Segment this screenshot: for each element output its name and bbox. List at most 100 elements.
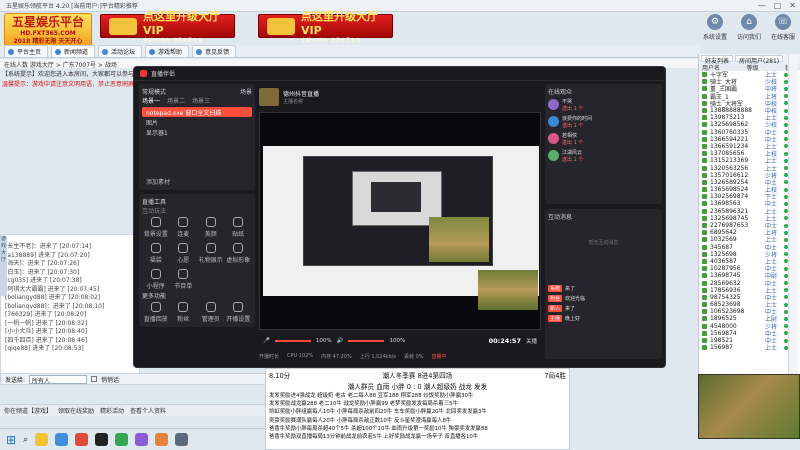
nav-home[interactable]: 平台主页	[4, 44, 49, 58]
user-row[interactable]: 1896525 上尉	[699, 315, 800, 323]
scene-mode[interactable]: 常规模式	[142, 87, 166, 96]
visit-tool[interactable]: ⌂ 访问我们	[734, 14, 764, 41]
user-row[interactable]: 137085656 上校	[699, 150, 800, 158]
nav-news[interactable]: 新闻频道	[51, 44, 96, 58]
close-button[interactable]: ✕	[789, 1, 796, 10]
tab-room-users[interactable]: 房间用户(281)	[735, 55, 784, 65]
add-source-button[interactable]: 添加素材	[142, 177, 252, 187]
user-row[interactable]: 1366591234 上士	[699, 143, 800, 151]
user-row[interactable]: 28569632 中士	[699, 279, 800, 288]
user-row[interactable]: 1357016612 少将	[699, 172, 800, 180]
tool-avatar[interactable]: 虚拟形象	[225, 243, 253, 265]
stream-preview[interactable]	[259, 112, 541, 330]
tool-stream-settings[interactable]: 开播设置	[225, 302, 253, 324]
tab-friends[interactable]: 好友列表	[701, 55, 734, 65]
nav-feedback[interactable]: 意见反馈	[192, 44, 237, 58]
tab-scene-1[interactable]: 场景一	[142, 96, 160, 105]
vip-banner[interactable]: 点这里升级大厅VIP 全新VIP特权 尊贵会员专享	[258, 10, 393, 44]
audience-item[interactable]: 不哭 送出 1 个	[548, 96, 659, 113]
user-row[interactable]: 17856936 上士	[699, 287, 800, 295]
user-row[interactable]: 4036587 上士	[699, 258, 800, 266]
user-row[interactable]: 156987 上士	[699, 344, 800, 352]
user-row[interactable]: 106523698 中士	[699, 308, 800, 316]
tool-wish[interactable]: 心愿	[170, 243, 198, 265]
user-row[interactable]: 1325698745 上士	[699, 215, 800, 223]
user-list-scrollbar[interactable]	[788, 54, 798, 374]
vip-banner[interactable]: 点这里升级大厅VIP 全新VIP特权 尊贵会员专享	[100, 10, 235, 44]
user-row[interactable]: 1315213369 上士	[699, 157, 800, 165]
user-row[interactable]: 1325698 少将	[699, 251, 800, 259]
audience-item[interactable]: 浪费你的时间 送出 1 个	[548, 113, 659, 130]
user-row[interactable]: 10287956 中士	[699, 265, 800, 273]
nav-forum[interactable]: 活动论坛	[98, 44, 143, 58]
user-row[interactable]: 139875213 上士	[699, 114, 800, 122]
user-row[interactable]: 2276987653 中士	[699, 222, 800, 230]
user-row[interactable]: 13698745 中尉	[699, 272, 800, 280]
user-row[interactable]: 68523698 上士	[699, 301, 800, 309]
game-minimap[interactable]	[698, 374, 800, 439]
maximize-button[interactable]: □	[774, 1, 782, 10]
tool-bg-setting[interactable]: 背景设置	[142, 217, 170, 239]
minimize-button[interactable]: —	[758, 1, 766, 10]
status-reward-link[interactable]: 领取在线奖励	[58, 406, 94, 415]
status-profile-link[interactable]: 查看个人资料	[130, 406, 166, 415]
user-row[interactable]: 2365896321 上士	[699, 208, 800, 216]
side-tab-lobby[interactable]: 游戏大厅	[0, 236, 7, 296]
status-activity-link[interactable]: 精彩活动	[100, 406, 124, 415]
user-row[interactable]: 1032569 上士	[699, 236, 800, 244]
user-row[interactable]: 1360760335 中士	[699, 129, 800, 137]
speaker-icon[interactable]: 🔊	[337, 338, 344, 344]
user-row[interactable]: 98754325 中士	[699, 294, 800, 302]
user-row[interactable]: 4548000 少将	[699, 323, 800, 331]
source-item[interactable]: 图片	[142, 117, 252, 127]
tool-beauty[interactable]: 美颜	[197, 217, 225, 239]
user-row[interactable]: 345687 中士	[699, 244, 800, 252]
stream-app-icon[interactable]	[95, 433, 109, 446]
tool-admin[interactable]: 管理员	[197, 302, 225, 324]
speaker-slider[interactable]	[348, 340, 385, 342]
scene-toggle[interactable]: 场景	[240, 87, 252, 96]
whisper-checkbox[interactable]	[91, 376, 98, 382]
user-row[interactable]: 1326589254 中士	[699, 179, 800, 187]
settings-app-icon[interactable]	[175, 433, 189, 446]
user-row[interactable]: 骑士_大将军 中校	[699, 100, 800, 108]
user-row[interactable]: 1569874 中士	[699, 330, 800, 338]
tool-replay[interactable]: 直播回放	[142, 302, 170, 324]
settings-tool[interactable]: ⚙ 系统设置	[700, 14, 730, 41]
tab-scene-3[interactable]: 场景三	[192, 96, 210, 105]
mic-slider[interactable]	[274, 340, 311, 342]
chat-log[interactable]: [长生不老]：进来了 [20:07:14] [a138889] 进来了 [20:…	[0, 234, 140, 374]
end-stream-button[interactable]: 关播	[526, 337, 537, 345]
folder-icon[interactable]	[35, 433, 49, 446]
audience-item[interactable]: 江湖风云 送出 1 个	[548, 147, 659, 164]
search-icon[interactable]: ⌕	[23, 435, 28, 445]
tool-sticker[interactable]: 贴纸	[225, 217, 253, 239]
game-app-icon[interactable]	[75, 433, 89, 446]
browser-icon[interactable]	[55, 433, 69, 446]
tool-mini-program[interactable]: 小程序	[142, 269, 170, 291]
user-row[interactable]: 6895642 上将	[699, 229, 800, 237]
send-to-select[interactable]: 所有人	[29, 374, 88, 385]
mic-icon[interactable]: 🎤	[263, 338, 270, 344]
user-row[interactable]: 1366594221 中士	[699, 136, 800, 144]
tool-app-icon[interactable]	[155, 433, 169, 446]
source-item[interactable]: 显示器1	[142, 127, 252, 137]
user-list[interactable]: 十字军 上士 骑士_大将 少校 重_三国霸 中将 霸王_1 上将 骑士_大将军 中校 1388888…	[699, 71, 800, 352]
tool-lucky-bag[interactable]: 福袋	[142, 243, 170, 265]
tool-fans[interactable]: 粉丝	[170, 302, 198, 324]
source-item[interactable]: notepad.exe 窗口全文扫描	[142, 107, 252, 117]
user-row[interactable]: 1320563256 上士	[699, 164, 800, 173]
chat-app-icon[interactable]	[115, 433, 129, 446]
user-row[interactable]: 1325698562 少校	[699, 121, 800, 129]
windows-start-icon[interactable]: ⊞	[6, 433, 16, 447]
tab-scene-2[interactable]: 场景二	[167, 96, 185, 105]
service-tool[interactable]: ☏ 在线客服	[768, 14, 798, 41]
user-row[interactable]: 1365698524 上校	[699, 186, 800, 194]
nav-help[interactable]: 游戏帮助	[145, 44, 190, 58]
audience-item[interactable]: 若相依 送出 1 个	[548, 130, 659, 147]
tool-program-list[interactable]: 节目单	[170, 269, 198, 291]
user-row[interactable]: 198521 中士	[699, 337, 800, 345]
tool-link-mic[interactable]: 连麦	[170, 217, 198, 239]
tool-gift-display[interactable]: 礼物展示	[197, 243, 225, 265]
user-row[interactable]: 13888888888 中校	[699, 107, 800, 115]
